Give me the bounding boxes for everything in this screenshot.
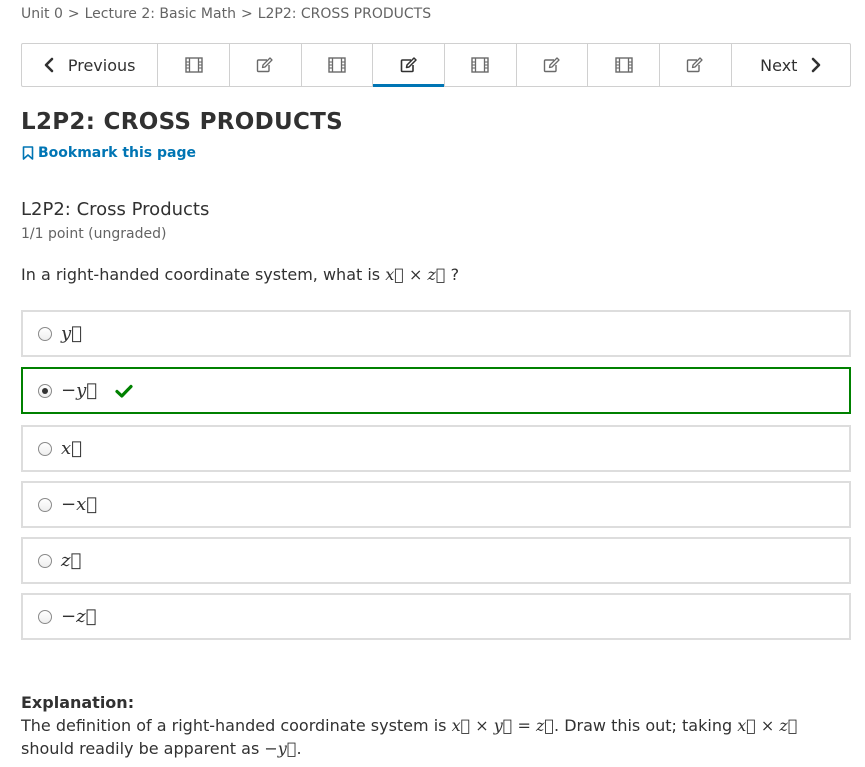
previous-button[interactable]: Previous — [22, 44, 159, 86]
option-label: −z⃗ — [61, 606, 97, 627]
radio-button[interactable] — [38, 553, 52, 568]
edit-icon — [687, 57, 703, 73]
answer-option[interactable]: x⃗ — [21, 425, 851, 472]
radio-button[interactable] — [38, 609, 52, 624]
tab-video-3[interactable] — [445, 44, 517, 86]
previous-label: Previous — [67, 55, 136, 75]
explanation: Explanation: The definition of a right-h… — [21, 691, 851, 760]
breadcrumb-lecture[interactable]: Lecture 2: Basic Math — [85, 6, 236, 22]
tab-problem-4[interactable] — [660, 44, 732, 86]
option-label: y⃗ — [61, 323, 82, 344]
edit-icon — [257, 57, 273, 73]
option-label: −x⃗ — [61, 494, 98, 515]
problem-progress: 1/1 point (ungraded) — [21, 226, 167, 242]
tab-problem-2-active[interactable] — [373, 44, 445, 87]
checkmark-icon — [115, 384, 133, 398]
answer-option-selected-correct[interactable]: −y⃗ — [21, 367, 851, 414]
edit-icon — [400, 57, 417, 73]
option-label: z⃗ — [61, 550, 82, 571]
radio-button[interactable] — [38, 441, 52, 456]
breadcrumb: Unit 0 > Lecture 2: Basic Math > L2P2: CROSS… — [21, 5, 431, 23]
chevron-left-icon — [44, 57, 54, 73]
explanation-text-part: should readily be apparent as — [21, 739, 260, 758]
breadcrumb-separator: > — [67, 6, 80, 22]
option-label: −y⃗ — [61, 380, 98, 401]
radio-button[interactable] — [38, 326, 52, 341]
edit-icon — [543, 57, 560, 73]
explanation-math: −y⃗ — [264, 739, 297, 758]
tab-problem-3[interactable] — [517, 44, 589, 86]
bookmark-icon — [22, 146, 34, 160]
breadcrumb-separator: > — [240, 6, 253, 22]
explanation-text-part: . — [296, 739, 302, 758]
answer-option[interactable]: −z⃗ — [21, 593, 851, 640]
question-math: x⃗ × z⃗ — [385, 265, 446, 284]
explanation-text: The definition of a right-handed coordin… — [21, 714, 851, 760]
answer-option[interactable]: y⃗ — [21, 310, 851, 357]
next-button[interactable]: Next — [732, 44, 850, 86]
bookmark-button[interactable]: Bookmark this page — [22, 145, 196, 161]
video-icon — [614, 57, 633, 73]
question-prefix: In a right-handed coordinate system, wha… — [21, 265, 381, 284]
option-label: x⃗ — [61, 438, 82, 459]
tab-problem-1[interactable] — [230, 44, 302, 86]
video-icon — [328, 57, 346, 73]
radio-button-checked[interactable] — [38, 383, 52, 398]
next-label: Next — [760, 55, 798, 75]
answer-option[interactable]: −x⃗ — [21, 481, 851, 528]
tab-video-2[interactable] — [302, 44, 374, 86]
explanation-math: x⃗ × z⃗ — [737, 716, 798, 735]
explanation-math: x⃗ × y⃗ = z⃗ — [451, 716, 555, 735]
answer-option[interactable]: z⃗ — [21, 537, 851, 584]
explanation-title: Explanation: — [21, 693, 135, 712]
bookmark-label: Bookmark this page — [38, 145, 196, 161]
question-text: In a right-handed coordinate system, wha… — [21, 265, 459, 284]
breadcrumb-current: L2P2: CROSS PRODUCTS — [257, 6, 432, 22]
radio-button[interactable] — [38, 497, 52, 512]
tab-video-1[interactable] — [158, 44, 230, 86]
problem-title: L2P2: Cross Products — [21, 199, 210, 220]
explanation-text-part: . Draw this out; taking — [554, 716, 733, 735]
video-icon — [184, 57, 203, 73]
video-icon — [471, 57, 489, 73]
explanation-text-part: The definition of a right-handed coordin… — [21, 716, 447, 735]
tab-video-4[interactable] — [588, 44, 660, 86]
page-title: L2P2: CROSS PRODUCTS — [21, 109, 343, 135]
chevron-right-icon — [812, 57, 821, 73]
breadcrumb-unit[interactable]: Unit 0 — [21, 6, 63, 22]
sequence-nav: Previous Next — [21, 43, 851, 87]
question-suffix: ? — [450, 265, 460, 284]
